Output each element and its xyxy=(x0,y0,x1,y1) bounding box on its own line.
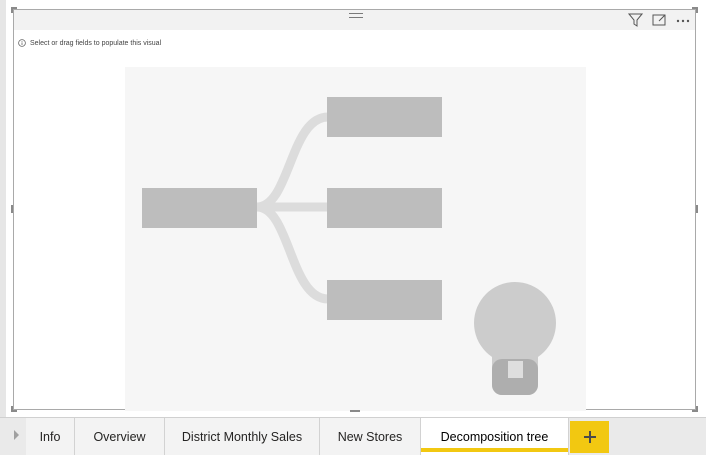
decomposition-tree-placeholder xyxy=(125,67,586,411)
tree-connectors xyxy=(256,112,329,304)
more-options-icon[interactable] xyxy=(675,12,691,28)
resize-handle[interactable] xyxy=(11,406,13,412)
resize-handle[interactable] xyxy=(11,7,13,13)
visual-header[interactable] xyxy=(14,10,695,30)
resize-handle[interactable] xyxy=(350,410,360,412)
decomposition-tree-visual[interactable]: Select or drag fields to populate this v… xyxy=(11,7,698,412)
filter-icon[interactable] xyxy=(627,12,643,28)
plus-icon xyxy=(583,431,596,443)
resize-handle[interactable] xyxy=(11,205,13,213)
focus-mode-icon[interactable] xyxy=(651,12,667,28)
drag-grip-icon[interactable] xyxy=(349,13,363,22)
child-node xyxy=(327,188,442,228)
child-node xyxy=(327,280,442,320)
tab-district-monthly-sales[interactable]: District Monthly Sales xyxy=(165,418,320,455)
page-tab-bar: Info Overview District Monthly Sales New… xyxy=(0,417,706,455)
resize-handle[interactable] xyxy=(696,205,698,213)
tab-info[interactable]: Info xyxy=(26,418,75,455)
lightbulb-icon xyxy=(474,282,556,395)
info-icon xyxy=(18,34,26,52)
tab-new-stores[interactable]: New Stores xyxy=(320,418,421,455)
populate-hint: Select or drag fields to populate this v… xyxy=(18,34,161,52)
tab-overview[interactable]: Overview xyxy=(75,418,165,455)
child-node xyxy=(327,97,442,137)
add-page-button[interactable] xyxy=(570,421,609,453)
scroll-tabs-left-icon[interactable] xyxy=(14,430,19,440)
tab-decomposition-tree[interactable]: Decomposition tree xyxy=(421,418,569,455)
resize-handle[interactable] xyxy=(696,406,698,412)
resize-handle[interactable] xyxy=(696,7,698,13)
hint-text: Select or drag fields to populate this v… xyxy=(30,39,162,47)
root-node xyxy=(142,188,257,228)
